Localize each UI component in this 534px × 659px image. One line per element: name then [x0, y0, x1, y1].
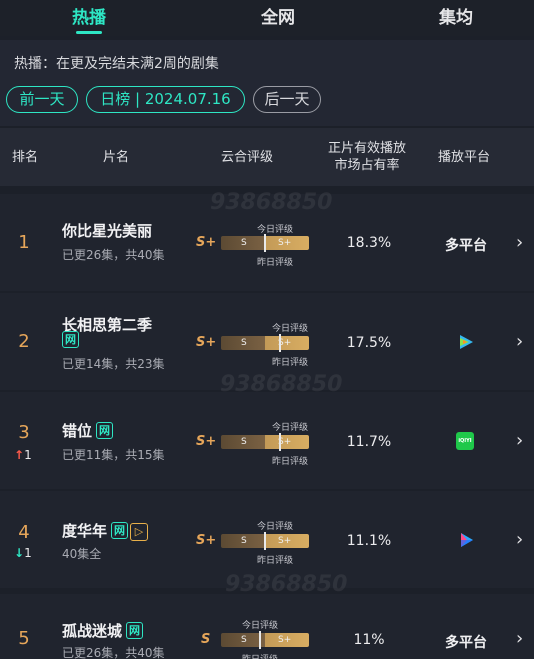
rating-bar: S S+: [221, 334, 309, 352]
chevron-right-icon[interactable]: ›: [516, 232, 523, 253]
today-rating-label: 今日评级: [271, 423, 308, 433]
platform-label: 多平台: [445, 635, 487, 651]
network-badge: 网: [62, 331, 79, 348]
rating-bar-s: S: [241, 536, 247, 546]
date-selector-button[interactable]: 日榜 | 2024.07.16: [86, 86, 245, 113]
rank-change: ↑1: [14, 448, 32, 462]
watermark: 93868850: [225, 572, 348, 597]
rating-bar-splus: S+: [278, 635, 292, 645]
rank-change: ↓1: [14, 546, 32, 560]
exclusive-play-icon: ▷: [130, 523, 149, 541]
rating-bar: S S+: [221, 234, 309, 252]
grade-label: S+: [196, 533, 217, 548]
tab-episode-average[interactable]: 集均: [411, 3, 501, 28]
watermark: 93868850: [210, 190, 333, 215]
table-row[interactable]: 3 ↑1 错位网 已更11集，共15集 今日评级 S+ S S+ 昨日评级 11…: [0, 392, 534, 489]
header-rank: 排名: [11, 150, 38, 165]
yesterday-rating-label: 昨日评级: [271, 358, 308, 368]
platform-label: 多平台: [445, 238, 487, 254]
top-tab-bar: 热播 全网 集均: [0, 0, 534, 36]
episode-status: 40集全: [62, 547, 102, 561]
arrow-up-icon: ↑: [14, 448, 25, 462]
header-rating: 云合评级: [220, 150, 273, 165]
rating-bar: S S+: [221, 631, 309, 649]
network-badge: 网: [126, 622, 144, 639]
chevron-right-icon[interactable]: ›: [516, 331, 523, 352]
tab-all-network[interactable]: 全网: [233, 3, 323, 28]
header-title: 片名: [102, 150, 129, 165]
market-share: 11.1%: [346, 533, 392, 549]
show-title: 度华年网 ▷: [62, 520, 149, 541]
rank-change-value: 1: [24, 448, 32, 462]
grade-label: S+: [196, 434, 217, 449]
rating-marker: [259, 631, 261, 649]
rank-number: 2: [18, 331, 30, 352]
episode-status: 已更26集，共40集: [62, 646, 165, 659]
show-title: 错位网: [62, 420, 114, 441]
episode-status: 已更14集，共23集: [62, 357, 165, 371]
iqiyi-icon: iQIYI: [456, 432, 474, 450]
show-title-text: 孤战迷城: [62, 622, 123, 640]
today-rating-label: 今日评级: [271, 324, 308, 334]
show-title-text: 度华年: [62, 522, 108, 540]
watermark: 93868850: [220, 372, 343, 397]
chevron-right-icon[interactable]: ›: [516, 529, 523, 550]
rating-marker: [264, 234, 266, 252]
rating-marker: [279, 334, 281, 352]
rating-bar-s: S: [241, 437, 247, 447]
arrow-down-icon: ↓: [14, 546, 25, 560]
table-header: 排名 片名 云合评级 正片有效播放 市场占有率 播放平台: [0, 128, 534, 186]
network-badge: 网: [96, 422, 114, 439]
network-badge-line: 网: [58, 331, 79, 349]
show-title-text: 错位: [62, 422, 93, 440]
rating-bar-s: S: [241, 635, 247, 645]
rating-bar-s: S: [241, 338, 247, 348]
tencent-video-icon: [460, 335, 473, 349]
rating-bar-s: S: [241, 238, 247, 248]
previous-day-button[interactable]: 前一天: [6, 86, 78, 113]
grade-label: S: [201, 632, 211, 647]
episode-status: 已更11集，共15集: [62, 448, 165, 462]
show-title: 你比星光美丽: [62, 222, 153, 240]
yesterday-rating-label: 昨日评级: [256, 556, 293, 566]
active-tab-indicator: [76, 31, 102, 34]
episode-status: 已更26集，共40集: [62, 248, 165, 262]
rank-number: 5: [18, 628, 30, 649]
next-day-button[interactable]: 后一天: [253, 86, 321, 113]
show-title: 孤战迷城网: [62, 620, 144, 641]
grade-label: S+: [196, 335, 217, 350]
market-share: 17.5%: [346, 335, 392, 351]
table-row[interactable]: 5 孤战迷城网 已更26集，共40集 今日评级 S S S+ 昨日评级 11% …: [0, 594, 534, 659]
youku-icon: [461, 533, 473, 547]
market-share: 18.3%: [346, 235, 392, 251]
rating-bar: S S+: [221, 433, 309, 451]
rating-bar-splus: S+: [278, 238, 292, 248]
ranking-description: 热播：在更及完结未满2周的剧集: [14, 56, 219, 72]
rating-bar-splus: S+: [278, 536, 292, 546]
header-platform: 播放平台: [437, 150, 490, 165]
market-share: 11%: [353, 632, 385, 648]
header-share-line1: 正片有效播放: [327, 141, 406, 156]
today-rating-label: 今日评级: [256, 225, 293, 235]
today-rating-label: 今日评级: [241, 621, 278, 631]
yesterday-rating-label: 昨日评级: [238, 652, 282, 659]
yesterday-rating-label: 昨日评级: [271, 457, 308, 467]
network-badge: 网: [111, 522, 129, 539]
header-share-line2: 市场占有率: [334, 158, 400, 173]
chevron-right-icon[interactable]: ›: [516, 430, 523, 451]
rating-bar: S S+: [221, 532, 309, 550]
rating-marker: [264, 532, 266, 550]
rank-change-value: 1: [24, 546, 32, 560]
ranking-info-panel: 热播：在更及完结未满2周的剧集 前一天 日榜 | 2024.07.16 后一天: [0, 40, 534, 126]
rating-marker: [279, 433, 281, 451]
today-rating-label: 今日评级: [256, 522, 293, 532]
rank-number: 3: [18, 422, 30, 443]
rank-number: 4: [18, 522, 30, 543]
yesterday-rating-label: 昨日评级: [256, 258, 293, 268]
market-share: 11.7%: [346, 434, 392, 450]
grade-label: S+: [196, 235, 217, 250]
rank-number: 1: [18, 232, 30, 253]
tab-hot[interactable]: 热播: [44, 3, 134, 28]
chevron-right-icon[interactable]: ›: [516, 628, 523, 649]
